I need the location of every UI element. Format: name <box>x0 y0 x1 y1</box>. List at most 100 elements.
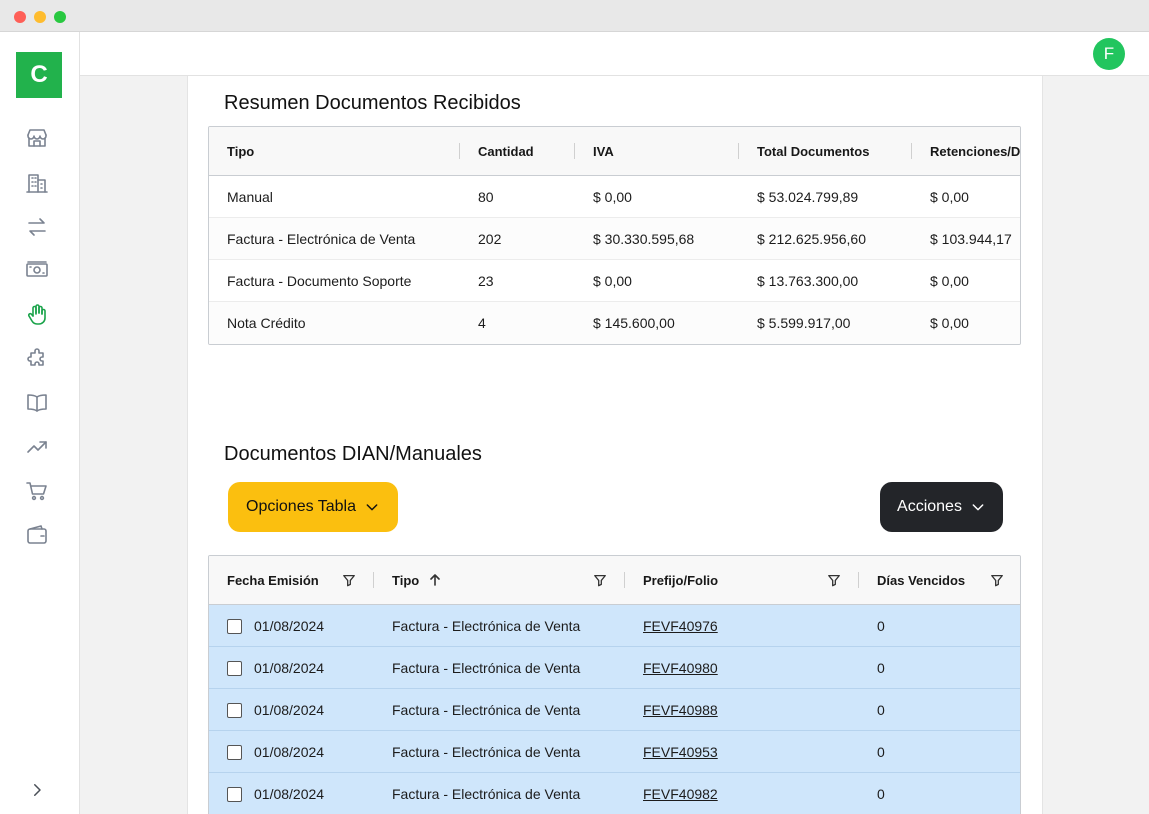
table-options-label: Opciones Tabla <box>246 498 356 515</box>
cell-cantidad: 80 <box>478 189 494 205</box>
hand-icon <box>27 304 46 325</box>
cell-tipo: Factura - Electrónica de Venta <box>392 702 581 718</box>
minimize-window-button[interactable] <box>34 11 46 23</box>
cell-fecha: 01/08/2024 <box>227 773 324 814</box>
top-bar: F <box>80 32 1149 76</box>
actions-button[interactable]: Acciones <box>880 482 1003 532</box>
column-separator[interactable] <box>738 143 739 159</box>
column-header-prefijo-folio[interactable]: Prefijo/Folio <box>643 556 718 604</box>
cell-tipo: Factura - Documento Soporte <box>227 273 412 289</box>
table-row: Manual 80 $ 0,00 $ 53.024.799,89 $ 0,00 <box>209 176 1020 218</box>
cell-fecha-text: 01/08/2024 <box>254 744 325 760</box>
table-options-button[interactable]: Opciones Tabla <box>228 482 398 532</box>
sidebar-item-cash[interactable] <box>22 255 52 285</box>
table-row[interactable]: 01/08/2024 Factura - Electrónica de Vent… <box>209 605 1020 647</box>
column-separator[interactable] <box>858 572 859 588</box>
puzzle-icon <box>27 348 44 366</box>
documents-table-header: Fecha Emisión Tipo Prefijo/Folio Días Ve… <box>209 556 1020 605</box>
table-row: Factura - Documento Soporte 23 $ 0,00 $ … <box>209 260 1020 302</box>
column-separator[interactable] <box>459 143 460 159</box>
folio-link[interactable]: FEVF40988 <box>643 689 718 731</box>
sidebar-expand-button[interactable] <box>24 777 50 803</box>
sidebar-item-transfers[interactable] <box>22 212 52 242</box>
cell-iva: $ 0,00 <box>593 189 632 205</box>
column-header-tipo[interactable]: Tipo <box>392 556 419 604</box>
filter-icon[interactable] <box>827 556 841 604</box>
sidebar-item-purchases[interactable] <box>22 476 52 506</box>
filter-icon[interactable] <box>342 556 356 604</box>
chevron-right-icon <box>34 784 41 796</box>
column-header-dias-vencidos[interactable]: Días Vencidos <box>877 556 965 604</box>
row-checkbox[interactable] <box>227 744 242 760</box>
column-separator[interactable] <box>624 572 625 588</box>
store-icon <box>27 129 47 147</box>
content-area: Resumen Documentos Recibidos Tipo Cantid… <box>80 76 1149 814</box>
sort-ascending-icon[interactable] <box>429 556 441 604</box>
row-checkbox[interactable] <box>227 786 242 802</box>
cell-total: $ 5.599.917,00 <box>757 315 851 331</box>
cell-cantidad: 202 <box>478 231 502 247</box>
sidebar-item-received[interactable] <box>22 300 52 330</box>
window-title-bar <box>0 0 1149 32</box>
column-header-fecha-emision[interactable]: Fecha Emisión <box>227 556 319 604</box>
cell-fecha: 01/08/2024 <box>227 647 324 689</box>
sidebar-item-library[interactable] <box>22 388 52 418</box>
column-separator[interactable] <box>911 143 912 159</box>
table-row[interactable]: 01/08/2024 Factura - Electrónica de Vent… <box>209 773 1020 814</box>
table-row: Nota Crédito 4 $ 145.600,00 $ 5.599.917,… <box>209 302 1020 344</box>
filter-icon[interactable] <box>990 556 1004 604</box>
summary-table: Tipo Cantidad IVA Total Documentos Reten… <box>208 126 1021 345</box>
cash-icon <box>26 261 48 277</box>
sidebar-item-integrations[interactable] <box>22 344 52 374</box>
actions-label: Acciones <box>897 498 962 515</box>
cell-dias-vencidos: 0 <box>877 702 885 718</box>
column-separator[interactable] <box>373 572 374 588</box>
sidebar-item-companies[interactable] <box>22 168 52 198</box>
cell-iva: $ 30.330.595,68 <box>593 231 695 247</box>
cell-cantidad: 23 <box>478 273 494 289</box>
cell-tipo: Factura - Electrónica de Venta <box>392 744 581 760</box>
chevron-down-icon <box>970 499 986 515</box>
row-checkbox[interactable] <box>227 618 242 634</box>
sidebar-item-store[interactable] <box>22 123 52 153</box>
cell-fecha-text: 01/08/2024 <box>254 786 325 802</box>
folio-link[interactable]: FEVF40980 <box>643 647 718 689</box>
folio-link[interactable]: FEVF40982 <box>643 773 718 814</box>
close-window-button[interactable] <box>14 11 26 23</box>
column-header-cantidad[interactable]: Cantidad <box>478 127 534 175</box>
cart-icon <box>26 482 47 501</box>
cell-fecha-text: 01/08/2024 <box>254 702 325 718</box>
trend-up-icon <box>27 441 47 453</box>
cell-fecha: 01/08/2024 <box>227 689 324 731</box>
wallet-icon <box>27 525 47 544</box>
summary-table-header: Tipo Cantidad IVA Total Documentos Reten… <box>209 127 1020 176</box>
column-header-total-documentos[interactable]: Total Documentos <box>757 127 869 175</box>
cell-dias-vencidos: 0 <box>877 660 885 676</box>
table-row[interactable]: 01/08/2024 Factura - Electrónica de Vent… <box>209 647 1020 689</box>
app-logo[interactable]: C <box>16 52 62 98</box>
sidebar: C <box>0 32 80 814</box>
documents-table: Fecha Emisión Tipo Prefijo/Folio Días Ve… <box>208 555 1021 814</box>
sidebar-item-wallet[interactable] <box>22 520 52 550</box>
transfer-arrows-icon <box>28 218 46 236</box>
cell-total: $ 53.024.799,89 <box>757 189 859 205</box>
user-avatar[interactable]: F <box>1093 38 1125 70</box>
folio-link[interactable]: FEVF40976 <box>643 605 718 647</box>
row-checkbox[interactable] <box>227 702 242 718</box>
column-header-iva[interactable]: IVA <box>593 127 614 175</box>
table-row[interactable]: 01/08/2024 Factura - Electrónica de Vent… <box>209 731 1020 773</box>
folio-link[interactable]: FEVF40953 <box>643 731 718 773</box>
cell-cantidad: 4 <box>478 315 486 331</box>
column-header-retenciones[interactable]: Retenciones/D <box>930 127 1020 175</box>
table-row[interactable]: 01/08/2024 Factura - Electrónica de Vent… <box>209 689 1020 731</box>
filter-icon[interactable] <box>593 556 607 604</box>
column-separator[interactable] <box>574 143 575 159</box>
cell-retenciones: $ 103.944,17 <box>930 231 1012 247</box>
cell-dias-vencidos: 0 <box>877 786 885 802</box>
row-checkbox[interactable] <box>227 660 242 676</box>
sidebar-item-reports[interactable] <box>22 432 52 462</box>
cell-total: $ 212.625.956,60 <box>757 231 866 247</box>
column-header-tipo[interactable]: Tipo <box>227 127 254 175</box>
main-panel: Resumen Documentos Recibidos Tipo Cantid… <box>187 76 1043 814</box>
maximize-window-button[interactable] <box>54 11 66 23</box>
